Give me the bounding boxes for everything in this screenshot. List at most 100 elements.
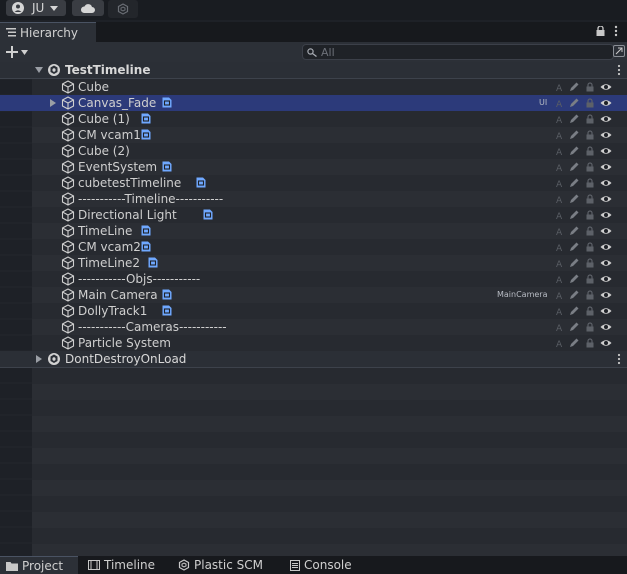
lock-icon[interactable] [584,321,596,333]
pickable-icon[interactable]: A [554,273,566,285]
edit-pencil-icon[interactable] [568,305,580,317]
kebab-menu-icon[interactable] [617,64,621,76]
lock-icon[interactable] [584,97,596,109]
scene-row-testtimeline[interactable]: TestTimeline [0,62,627,79]
visibility-eye-icon[interactable] [600,337,612,349]
search-input[interactable] [321,45,591,59]
hierarchy-row[interactable]: Particle System A [0,335,627,351]
pickable-icon[interactable]: A [554,129,566,141]
foldout-collapsed-icon[interactable] [50,99,56,107]
foldout-expanded-icon[interactable] [35,67,43,73]
hierarchy-row[interactable]: TimeLine A [0,223,627,239]
visibility-eye-icon[interactable] [600,257,612,269]
edit-pencil-icon[interactable] [568,209,580,221]
hierarchy-row[interactable]: TimeLine2 A [0,255,627,271]
pickable-icon[interactable]: A [554,241,566,253]
hierarchy-row[interactable]: Directional Light A [0,207,627,223]
search-field[interactable] [302,44,614,60]
pickable-icon[interactable]: A [554,289,566,301]
tab-timeline[interactable]: Timeline [88,556,168,574]
visibility-eye-icon[interactable] [600,273,612,285]
hierarchy-row[interactable]: Main Camera MainCamera A [0,287,627,303]
edit-pencil-icon[interactable] [568,177,580,189]
pickable-icon[interactable]: A [554,161,566,173]
edit-pencil-icon[interactable] [568,81,580,93]
lock-icon[interactable] [584,273,596,285]
pickable-icon[interactable]: A [554,321,566,333]
pickable-icon[interactable]: A [554,81,566,93]
hierarchy-row[interactable]: cubetestTimeline A [0,175,627,191]
hierarchy-row[interactable]: CM vcam1 A [0,127,627,143]
edit-pencil-icon[interactable] [568,225,580,237]
pickable-icon[interactable]: A [554,97,566,109]
lock-icon[interactable] [584,305,596,317]
edit-pencil-icon[interactable] [568,321,580,333]
pickable-icon[interactable]: A [554,177,566,189]
create-button[interactable] [6,44,34,60]
visibility-eye-icon[interactable] [600,225,612,237]
lock-icon[interactable] [584,337,596,349]
edit-pencil-icon[interactable] [568,257,580,269]
hierarchy-row[interactable]: -----------Objs----------- A [0,271,627,287]
lock-icon[interactable] [584,145,596,157]
edit-pencil-icon[interactable] [568,337,580,349]
locate-button[interactable] [613,45,625,57]
pickable-icon[interactable]: A [554,337,566,349]
pickable-icon[interactable]: A [554,145,566,157]
visibility-eye-icon[interactable] [600,177,612,189]
hierarchy-row[interactable]: Cube A [0,79,627,95]
lock-icon[interactable] [584,161,596,173]
edit-pencil-icon[interactable] [568,161,580,173]
visibility-eye-icon[interactable] [600,97,612,109]
hierarchy-row[interactable]: Cube (1) A [0,111,627,127]
visibility-eye-icon[interactable] [600,145,612,157]
cloud-button[interactable] [72,0,104,16]
collab-button[interactable] [108,0,138,18]
edit-pencil-icon[interactable] [568,129,580,141]
pickable-icon[interactable]: A [554,193,566,205]
tab-hierarchy[interactable]: Hierarchy [0,22,96,42]
kebab-menu-icon[interactable] [617,353,621,365]
lock-icon[interactable] [584,257,596,269]
tab-console[interactable]: Console [290,556,370,574]
edit-pencil-icon[interactable] [568,289,580,301]
foldout-collapsed-icon[interactable] [36,355,42,363]
kebab-menu-icon[interactable] [614,25,618,37]
visibility-eye-icon[interactable] [600,161,612,173]
edit-pencil-icon[interactable] [568,113,580,125]
tab-plastic-scm[interactable]: Plastic SCM [178,556,278,574]
lock-icon[interactable] [584,289,596,301]
hierarchy-row[interactable]: EventSystem A [0,159,627,175]
lock-icon[interactable] [596,26,605,36]
hierarchy-row[interactable]: CM vcam2 A [0,239,627,255]
lock-icon[interactable] [584,225,596,237]
visibility-eye-icon[interactable] [600,289,612,301]
hierarchy-row[interactable]: -----------Cameras----------- A [0,319,627,335]
hierarchy-row[interactable]: -----------Timeline----------- A [0,191,627,207]
edit-pencil-icon[interactable] [568,273,580,285]
edit-pencil-icon[interactable] [568,145,580,157]
visibility-eye-icon[interactable] [600,321,612,333]
visibility-eye-icon[interactable] [600,113,612,125]
edit-pencil-icon[interactable] [568,193,580,205]
lock-icon[interactable] [584,81,596,93]
lock-icon[interactable] [584,193,596,205]
account-button[interactable]: JU [6,0,66,16]
visibility-eye-icon[interactable] [600,305,612,317]
edit-pencil-icon[interactable] [568,241,580,253]
scene-row-dontdestroyonload[interactable]: DontDestroyOnLoad [0,351,627,368]
pickable-icon[interactable]: A [554,225,566,237]
visibility-eye-icon[interactable] [600,209,612,221]
edit-pencil-icon[interactable] [568,97,580,109]
lock-icon[interactable] [584,113,596,125]
visibility-eye-icon[interactable] [600,241,612,253]
hierarchy-row[interactable]: Cube (2) A [0,143,627,159]
visibility-eye-icon[interactable] [600,81,612,93]
pickable-icon[interactable]: A [554,209,566,221]
lock-icon[interactable] [584,209,596,221]
lock-icon[interactable] [584,177,596,189]
pickable-icon[interactable]: A [554,305,566,317]
hierarchy-row[interactable]: Canvas_Fade UI A [0,95,627,111]
visibility-eye-icon[interactable] [600,129,612,141]
visibility-eye-icon[interactable] [600,193,612,205]
